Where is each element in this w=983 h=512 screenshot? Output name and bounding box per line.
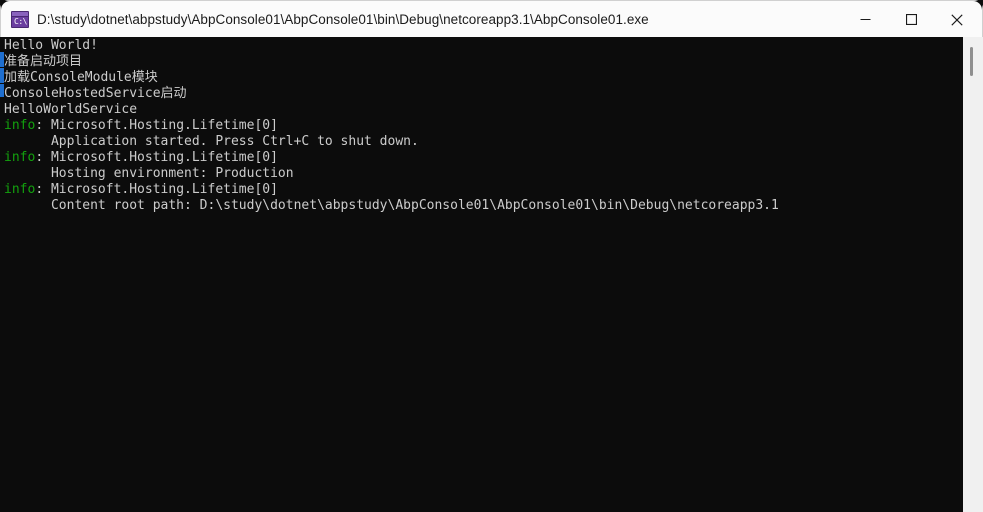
console-app-icon[interactable]: C:\ <box>11 10 29 28</box>
console-line: info: Microsoft.Hosting.Lifetime[0] <box>4 150 779 166</box>
close-icon <box>951 13 963 26</box>
text-edge-artifact-3 <box>0 84 4 97</box>
log-level-token: info <box>4 150 36 165</box>
window-controls <box>842 2 981 37</box>
window-title: D:\study\dotnet\abpstudy\AbpConsole01\Ab… <box>37 11 649 27</box>
title-bar[interactable]: C:\ D:\study\dotnet\abpstudy\AbpConsole0… <box>0 0 983 37</box>
console-line-text: 加载ConsoleModule模块 <box>4 70 158 85</box>
console-line: Hello World! <box>4 38 779 54</box>
console-line-text: : Microsoft.Hosting.Lifetime[0] <box>35 118 278 133</box>
console-window: C:\ D:\study\dotnet\abpstudy\AbpConsole0… <box>0 0 983 512</box>
console-line: Content root path: D:\study\dotnet\abpst… <box>4 198 779 214</box>
maximize-icon <box>905 14 917 25</box>
console-line: HelloWorldService <box>4 102 779 118</box>
log-level-token: info <box>4 118 36 133</box>
console-line: 加载ConsoleModule模块 <box>4 70 779 86</box>
text-edge-artifact-2 <box>0 68 4 83</box>
minimize-button[interactable] <box>842 2 888 37</box>
text-edge-artifact-1 <box>0 52 4 67</box>
close-button[interactable] <box>934 2 980 37</box>
console-app-icon-prompt: C:\ <box>14 16 27 26</box>
maximize-button[interactable] <box>888 2 934 37</box>
console-line: Application started. Press Ctrl+C to shu… <box>4 134 779 150</box>
console-line: info: Microsoft.Hosting.Lifetime[0] <box>4 118 779 134</box>
vertical-scrollbar[interactable] <box>962 37 979 512</box>
console-line-text: : Microsoft.Hosting.Lifetime[0] <box>35 182 278 197</box>
console-line-text: 准备启动项目 <box>4 54 83 69</box>
window-right-edge <box>979 37 983 512</box>
console-output-area[interactable]: Hello World! 准备启动项目 加载ConsoleModule模块 Conso… <box>0 37 962 512</box>
console-line-text: : Microsoft.Hosting.Lifetime[0] <box>35 150 278 165</box>
log-level-token: info <box>4 182 36 197</box>
scrollbar-thumb[interactable] <box>970 47 973 76</box>
console-line: Hosting environment: Production <box>4 166 779 182</box>
console-line: ConsoleHostedService启动 <box>4 86 779 102</box>
minimize-icon <box>860 19 870 20</box>
console-line: info: Microsoft.Hosting.Lifetime[0] <box>4 182 779 198</box>
console-line-text: ConsoleHostedService启动 <box>4 86 187 101</box>
console-line-text: Content root path: D:\study\dotnet\abpst… <box>4 198 779 213</box>
console-line-text: Hello World! <box>4 38 98 53</box>
console-line: 准备启动项目 <box>4 54 779 70</box>
console-line-text: Hosting environment: Production <box>4 166 294 181</box>
console-line-text: HelloWorldService <box>4 102 138 117</box>
console-text: Hello World! 准备启动项目 加载ConsoleModule模块 Conso… <box>4 38 779 214</box>
console-line-text: Application started. Press Ctrl+C to shu… <box>4 134 419 149</box>
